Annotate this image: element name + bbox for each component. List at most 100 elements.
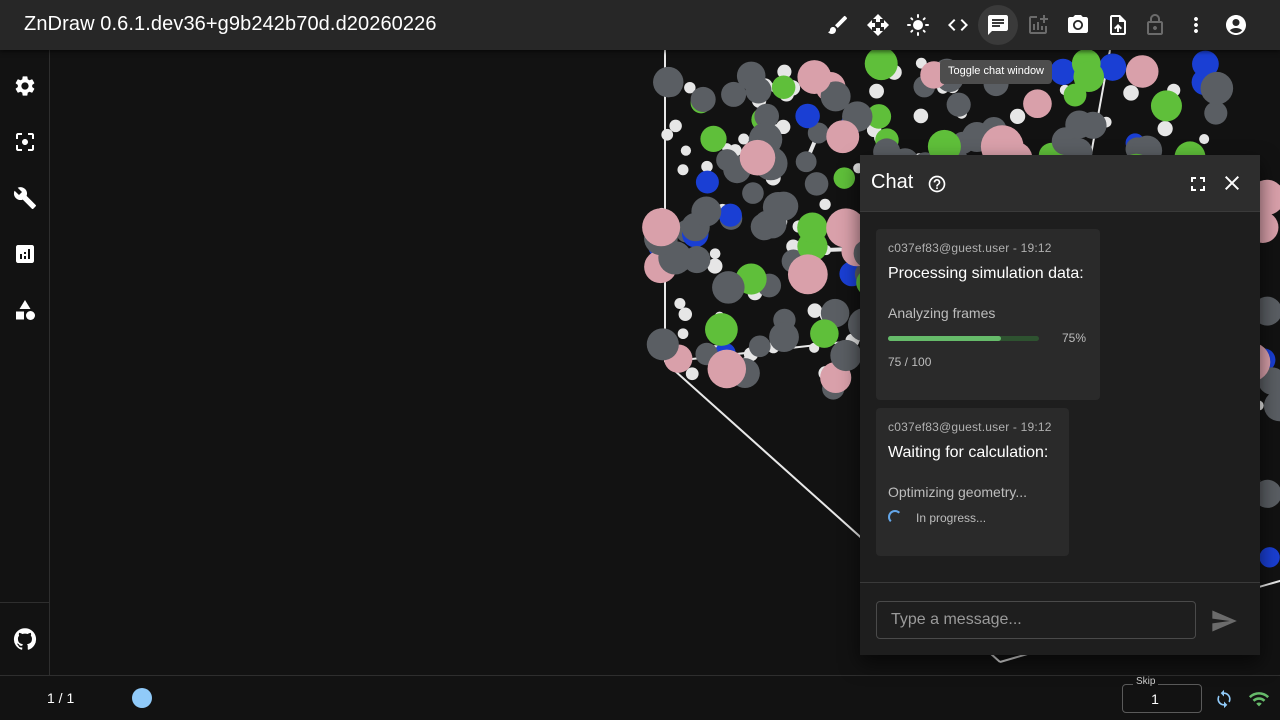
send-icon[interactable] <box>1210 607 1238 635</box>
frame-counter: 1 / 1 <box>47 690 75 706</box>
app-title: ZnDraw 0.6.1.dev36+g9b242b70d.d20260226 <box>24 13 437 35</box>
atom <box>685 367 699 381</box>
progress-count: 75 / 100 <box>888 355 932 369</box>
atom <box>795 103 820 129</box>
sidebar-divider <box>0 602 49 603</box>
atom <box>1123 85 1139 101</box>
atom <box>771 75 796 99</box>
atom <box>1200 71 1234 105</box>
atom <box>678 307 693 321</box>
sidebar <box>0 50 50 675</box>
code-icon[interactable] <box>938 5 978 45</box>
tooltip: Toggle chat window <box>940 60 1053 84</box>
atom <box>830 339 862 372</box>
atom <box>712 271 745 304</box>
task-label: Optimizing geometry... <box>888 484 1028 500</box>
atom <box>804 172 829 196</box>
atom <box>1150 90 1182 122</box>
atom <box>642 208 681 247</box>
atom <box>769 322 799 352</box>
atom <box>709 248 721 259</box>
atom <box>646 328 679 361</box>
atom <box>1204 101 1228 125</box>
github-icon[interactable] <box>5 619 45 659</box>
atom <box>1199 134 1210 145</box>
atom <box>1259 547 1280 568</box>
atom <box>701 160 713 173</box>
atom <box>946 92 971 117</box>
atom <box>742 182 764 204</box>
skip-input[interactable]: 1 <box>1122 684 1202 713</box>
atom <box>661 128 674 141</box>
chat-title: Chat <box>871 171 914 193</box>
task-label: Analyzing frames <box>888 305 996 321</box>
atom <box>1065 110 1094 139</box>
atom <box>748 335 771 358</box>
atom <box>1263 390 1280 422</box>
app-bar: ZnDraw 0.6.1.dev36+g9b242b70d.d20260226 <box>0 0 1280 50</box>
progress-percent: 75% <box>1062 331 1087 345</box>
atom <box>807 303 823 318</box>
atom <box>819 198 831 211</box>
atom <box>677 164 689 176</box>
chat-header: Chat <box>860 155 1260 212</box>
atom <box>1157 121 1173 137</box>
atom <box>736 61 766 91</box>
atom <box>677 328 689 340</box>
bottom-bar: 1 / 1 1 Skip <box>0 675 1280 720</box>
atom <box>869 83 884 99</box>
frame-slider-thumb[interactable] <box>132 688 152 708</box>
atom <box>1125 55 1159 88</box>
atom <box>680 145 692 156</box>
atom <box>674 298 686 310</box>
help-icon[interactable] <box>927 174 947 194</box>
atom <box>833 167 856 189</box>
atom <box>913 108 929 124</box>
wifi-icon <box>1248 688 1270 710</box>
message-heading: Processing simulation data: <box>888 265 1084 282</box>
atom <box>691 196 722 227</box>
move-icon[interactable] <box>858 5 898 45</box>
lock-icon[interactable] <box>1135 5 1175 45</box>
add-chart-icon[interactable] <box>1018 5 1058 45</box>
analytics-icon[interactable] <box>5 234 45 274</box>
shapes-icon[interactable] <box>5 290 45 330</box>
settings-icon[interactable] <box>5 66 45 106</box>
atom <box>797 212 828 243</box>
chat-messages: c037ef83@guest.user - 19:12 Processing s… <box>860 212 1260 582</box>
atom <box>707 349 747 389</box>
progress-fill <box>888 336 1002 341</box>
more-vert-icon[interactable] <box>1176 5 1216 45</box>
message-input[interactable] <box>876 601 1196 639</box>
chat-icon[interactable] <box>978 5 1018 45</box>
status-text: In progress... <box>916 511 987 525</box>
camera-icon[interactable] <box>1058 5 1098 45</box>
atom <box>797 60 832 94</box>
skip-value: 1 <box>1151 691 1159 707</box>
atom <box>762 191 794 223</box>
atom <box>810 319 839 348</box>
atom <box>1073 61 1105 93</box>
atom <box>690 86 716 112</box>
progress-bar <box>888 336 1039 341</box>
atom <box>700 125 727 152</box>
fullscreen-icon[interactable] <box>1186 172 1210 196</box>
upload-file-icon[interactable] <box>1098 5 1138 45</box>
build-icon[interactable] <box>5 178 45 218</box>
atom <box>705 313 738 346</box>
account-icon[interactable] <box>1216 5 1256 45</box>
center-focus-icon[interactable] <box>5 122 45 162</box>
atom <box>718 203 742 227</box>
message-heading: Waiting for calculation: <box>888 444 1049 461</box>
brush-icon[interactable] <box>818 5 858 45</box>
brightness-icon[interactable] <box>898 5 938 45</box>
loading-spinner-icon <box>888 510 902 524</box>
close-icon[interactable] <box>1220 171 1244 195</box>
chat-footer <box>860 582 1260 655</box>
atom <box>738 133 750 145</box>
sync-icon[interactable] <box>1214 689 1234 709</box>
chat-message: c037ef83@guest.user - 19:12 Waiting for … <box>876 408 1069 556</box>
atom <box>653 66 684 98</box>
message-meta: c037ef83@guest.user - 19:12 <box>888 241 1052 255</box>
atom <box>1023 89 1052 119</box>
